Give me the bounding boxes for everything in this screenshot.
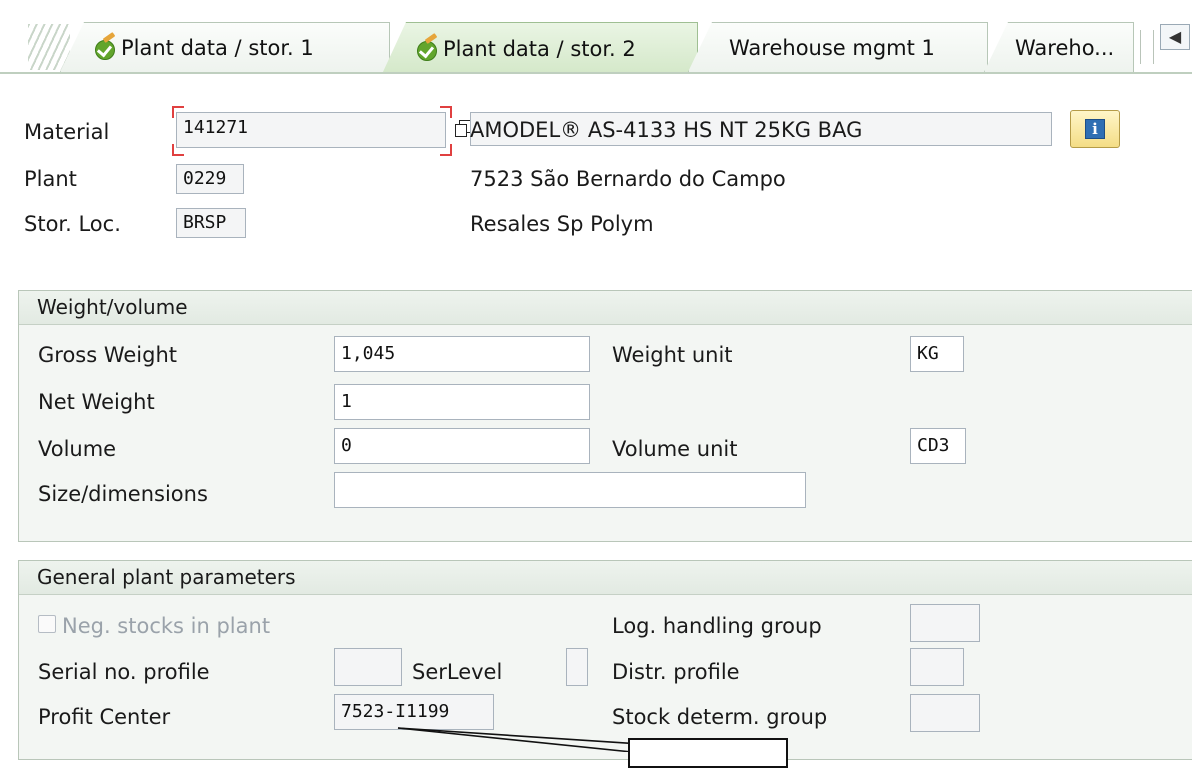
callout-arrow <box>397 727 641 752</box>
callout-box <box>628 738 788 768</box>
